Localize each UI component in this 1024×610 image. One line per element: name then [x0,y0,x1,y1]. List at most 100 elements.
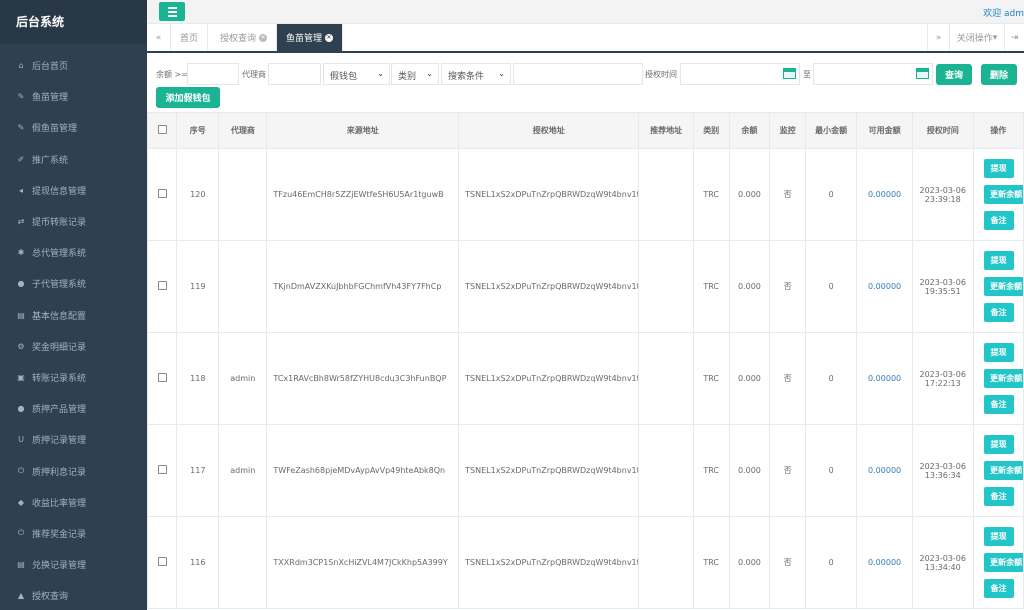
note-button[interactable]: 备注 [983,579,1014,598]
tab-fish-management[interactable]: 鱼苗管理 ✕ [277,24,344,51]
sidebar-item[interactable]: ● 质押产品管理 [0,393,147,424]
row-checkbox[interactable] [157,465,167,474]
query-button[interactable]: 查询 [936,64,972,85]
row-source-address: TFzu46EmCH8r5ZZjEWtfeSH6U5Ar1tguwB [266,148,460,241]
auth-time: 23:39:18 [924,194,961,204]
edit-icon: ✐ [17,154,25,164]
row-checkbox[interactable] [157,281,167,290]
sidebar-item[interactable]: ✐ 推广系统 [0,144,147,175]
refresh-balance-button[interactable]: 更新余额 [983,185,1023,204]
search-input[interactable] [513,63,643,85]
tab-home[interactable]: 首页 [171,24,209,51]
sidebar-item[interactable]: ● 子代管理系统 [0,268,147,299]
withdraw-button[interactable]: 提现 [983,159,1014,178]
table-row[interactable]: 116 TXXRdm3CP1SnXcHiZVL4M7JCkKhp5A399Y TSN… [146,516,1024,609]
road-icon: ▲ [17,591,25,601]
auth-date: 2023-03-06 [919,277,966,287]
sidebar-item[interactable]: ▣ 转账记录系统 [0,362,147,393]
table-row[interactable]: 118 admin TCx1RAVcBh8Wr58fZYHU8cdu3C3hFunB… [146,332,1024,425]
withdraw-button[interactable]: 提现 [983,527,1014,546]
sidebar-item[interactable]: U 质押记录管理 [0,424,147,455]
sidebar-item[interactable]: ⏻ 质押利息记录 [0,455,147,486]
close-icon[interactable]: ✕ [325,33,334,42]
refresh-balance-button[interactable]: 更新余额 [983,553,1023,572]
tabs-next-button[interactable]: » [927,24,949,51]
agent-input[interactable] [268,63,321,85]
row-agent [218,148,268,241]
auth-time: 17:22:13 [924,378,961,388]
row-monitor: 否 [769,332,806,425]
end-date-input[interactable] [813,63,933,85]
withdraw-button[interactable]: 提现 [983,343,1014,362]
sidebar-item[interactable]: ▲ 授权查询 [0,580,147,610]
sidebar-item-label: 转账记录系统 [32,373,87,384]
table-row[interactable]: 120 TFzu46EmCH8r5ZZjEWtfeSH6U5Ar1tguwB TSN… [146,148,1024,241]
condition-select[interactable]: 搜索条件 ⌄ [441,63,511,85]
row-available: 0.00000 [856,148,913,241]
delete-button[interactable]: 删除 [981,64,1017,85]
row-available: 0.00000 [856,516,913,609]
menu-toggle-icon[interactable] [159,2,185,21]
exit-icon[interactable]: ⇥ [1004,24,1024,51]
shield-icon: ◆ [17,497,25,507]
sidebar-item[interactable]: ⌂ 后台首页 [0,50,147,81]
sidebar-item[interactable]: ▤ 基本信息配置 [0,300,147,331]
calendar-icon[interactable] [916,68,929,79]
sidebar-item[interactable]: ◂ 提现信息管理 [0,175,147,206]
comment-icon: ● [17,404,25,414]
calendar-icon[interactable] [783,68,796,79]
row-balance: 0.000 [728,424,771,517]
sidebar-item[interactable]: ⚙ 奖金明细记录 [0,331,147,362]
refresh-balance-button[interactable]: 更新余额 [983,369,1023,388]
sidebar-item-label: 推荐奖金记录 [32,529,87,540]
close-icon[interactable]: ✕ [259,33,268,42]
row-checkbox[interactable] [157,557,167,566]
row-checkbox[interactable] [157,373,167,382]
refresh-balance-button[interactable]: 更新余额 [983,461,1023,480]
col-header: 推荐地址 [638,112,694,149]
close-ops-dropdown[interactable]: 关闭操作 ▾ [949,24,1004,51]
row-auth-time: 2023-03-06 13:34:40 [911,516,974,609]
row-auth-address: TSNEL1xS2xDPuTnZrpQBRWDzqW9t4bnv1t [458,148,640,241]
withdraw-button[interactable]: 提现 [983,251,1014,270]
select-all-header [146,112,178,149]
note-button[interactable]: 备注 [983,211,1014,230]
sidebar-item[interactable]: ⏻ 推荐奖金记录 [0,518,147,549]
col-header: 监控 [769,112,806,149]
note-button[interactable]: 备注 [983,395,1014,414]
tab-auth-query[interactable]: 授权查询 ✕ [211,24,278,51]
row-type: TRC [692,332,730,425]
sidebar-item[interactable]: ✎ 鱼苗管理 [0,81,147,112]
refresh-balance-button[interactable]: 更新余额 [983,277,1023,296]
sidebar-item[interactable]: ✎ 假鱼苗管理 [0,112,147,143]
balance-input[interactable] [187,63,239,85]
table-row[interactable]: 117 admin TWFeZash68pjeMDvAypAvVp49hteAbk8… [146,424,1024,517]
agent-label: 代理商 [242,70,266,79]
row-checkbox[interactable] [157,189,167,198]
add-fake-wallet-button[interactable]: 添加假钱包 [156,87,220,108]
users-icon: ● [17,279,25,289]
sidebar-item[interactable]: ▤ 兑换记录管理 [0,549,147,580]
wallet-select[interactable]: 假钱包 ⌄ [323,63,390,85]
tabs-prev-button[interactable]: « [147,24,171,51]
sidebar-item[interactable]: ✱ 总代管理系统 [0,237,147,268]
note-button[interactable]: 备注 [983,303,1014,322]
wrench-icon: ✎ [17,123,25,133]
auth-time: 19:35:51 [924,286,961,296]
table-row[interactable]: 119 TKjnDmAVZXKuJbhbFGChmfVh43FY7FhCp TSNE… [146,240,1024,333]
select-all-checkbox[interactable] [157,125,167,134]
start-date-input[interactable] [680,63,800,85]
row-available: 0.00000 [856,424,913,517]
note-button[interactable]: 备注 [983,487,1014,506]
row-balance: 0.000 [728,332,771,425]
sidebar-item[interactable]: ⇄ 提币转账记录 [0,206,147,237]
sidebar-item[interactable]: ◆ 收益比率管理 [0,487,147,518]
col-header: 最小金额 [804,112,858,149]
tab-label: 首页 [180,34,199,44]
type-select[interactable]: 类别 ⌄ [391,63,439,85]
row-auth-address: TSNEL1xS2xDPuTnZrpQBRWDzqW9t4bnv1t [458,424,640,517]
welcome-text[interactable]: 欢迎 adm [983,6,1024,19]
row-actions: 提现 更新余额 备注 [972,516,1024,609]
withdraw-button[interactable]: 提现 [983,435,1014,454]
main-content: 余额 >= 代理商 假钱包 ⌄ 类别 ⌄ 搜索条件 ⌄ 授权时间 至 查询 删除 添加… [146,53,1024,610]
